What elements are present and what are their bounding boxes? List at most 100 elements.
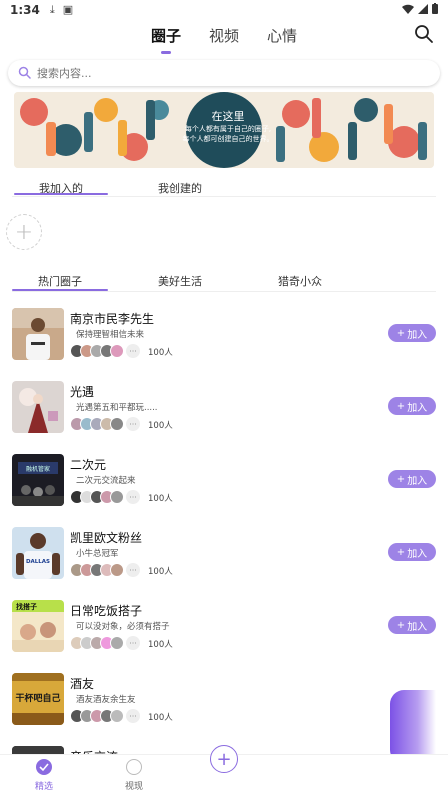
list-item[interactable]: 南京市民李先生 保持理智相信未来 ··· 100人 + 加入 (12, 308, 436, 364)
my-circles-tabs: 我加入的 我创建的 (12, 178, 436, 202)
more-icon: ··· (126, 490, 140, 504)
bottom-nav: 精选 视现 + (0, 745, 448, 796)
tab-created[interactable]: 我创建的 (158, 180, 202, 196)
circle-desc: 二次元交流起来 (76, 476, 136, 486)
more-icon: ··· (126, 709, 140, 723)
circle-thumbnail (12, 381, 64, 433)
member-avatars: ··· (70, 709, 140, 723)
nav-label: 精选 (34, 782, 53, 792)
divider (12, 196, 436, 197)
circle-desc: 光遇第五和平都玩..... (76, 403, 158, 413)
member-count: 100人 (148, 494, 173, 504)
circle-title: 酒友 (70, 677, 95, 691)
floating-action-tab[interactable] (390, 690, 436, 764)
circle-desc: 可以没对象，必须有搭子 (76, 622, 170, 632)
search-icon[interactable] (414, 24, 434, 44)
avatar (110, 709, 124, 723)
circle-title: 日常吃饭搭子 (70, 604, 143, 618)
thumbnail-sign-text: 融机管家 (26, 465, 50, 473)
member-avatars: ··· (70, 490, 140, 504)
avatar (110, 490, 124, 504)
status-time: 1:34 (10, 3, 40, 17)
circle-title: 光遇 (70, 385, 95, 399)
join-button[interactable]: + 加入 (388, 543, 436, 561)
tab-mood[interactable]: 心情 (265, 23, 299, 48)
member-count: 100人 (148, 567, 173, 577)
signal-icon (418, 3, 428, 17)
list-item[interactable]: 融机管家 二次元 二次元交流起来 ··· 100人 + 加入 (12, 454, 436, 510)
more-icon: ··· (126, 636, 140, 650)
plus-icon: + (396, 619, 406, 631)
circle-thumbnail (12, 308, 64, 360)
thumbnail-sign-text: 找搭子 (16, 602, 37, 611)
banner[interactable]: 在这里 每个人都有属于自己的圈子, 每个人都可创建自己的世界。 (14, 92, 434, 168)
add-circle-button[interactable]: + (6, 214, 42, 250)
join-button[interactable]: + 加入 (388, 470, 436, 488)
circle-title: 凯里欧文粉丝 (70, 531, 143, 545)
member-count: 100人 (148, 421, 173, 431)
more-icon: ··· (126, 417, 140, 431)
member-avatars: ··· (70, 636, 140, 650)
plus-icon: + (396, 473, 406, 485)
thumbnail-sign-text: DALLAS (26, 559, 50, 565)
member-count: 100人 (148, 713, 173, 723)
search-field-icon (18, 64, 31, 83)
download-icon: ⤓ (49, 3, 55, 16)
join-button[interactable]: + 加入 (388, 324, 436, 342)
circle-thumbnail: 干杯吧自己 (12, 673, 64, 725)
list-item[interactable]: 光遇 光遇第五和平都玩..... ··· 100人 + 加入 (12, 381, 436, 437)
circle-title: 南京市民李先生 (70, 312, 155, 326)
member-avatars: ··· (70, 563, 140, 577)
plus-icon: + (216, 748, 232, 770)
member-count: 100人 (148, 348, 173, 358)
avatar (110, 636, 124, 650)
create-button[interactable]: + (210, 745, 238, 773)
active-tab-indicator (14, 193, 108, 195)
banner-line2: 每个人都可创建自己的世界。 (182, 135, 274, 143)
banner-line1: 每个人都有属于自己的圈子, (184, 125, 272, 133)
thumbnail-sign-text: 干杯吧自己 (15, 692, 60, 704)
top-tabs: 圈子 视频 心情 (0, 20, 448, 50)
search-input[interactable] (37, 66, 417, 80)
divider (12, 291, 436, 292)
featured-icon (36, 759, 52, 775)
discover-icon (126, 759, 142, 775)
plus-icon: + (396, 327, 406, 339)
member-avatars: ··· (70, 417, 140, 431)
circle-thumbnail: 融机管家 (12, 454, 64, 506)
status-bar: 1:34 ⤓ ▣ (0, 0, 448, 20)
member-avatars: ··· (70, 344, 140, 358)
nav-label: 视现 (124, 782, 143, 792)
circle-desc: 保持理智相信未来 (76, 330, 145, 340)
search-bar[interactable] (8, 60, 440, 86)
join-button[interactable]: + 加入 (388, 397, 436, 415)
circle-title: 二次元 (70, 458, 107, 472)
banner-title: 在这里 (211, 110, 245, 123)
banner-text: 在这里 每个人都有属于自己的圈子, 每个人都可创建自己的世界。 (178, 108, 278, 144)
circle-thumbnail: 找搭子 (12, 600, 64, 652)
wifi-icon (402, 3, 414, 17)
plus-icon: + (14, 219, 34, 245)
list-item[interactable]: 找搭子 日常吃饭搭子 可以没对象，必须有搭子 ··· 100人 + 加入 (12, 600, 436, 656)
circle-thumbnail: DALLAS (12, 527, 64, 579)
plus-icon: + (396, 546, 406, 558)
avatar (110, 417, 124, 431)
tab-hot[interactable]: 热门圈子 (38, 273, 82, 289)
tab-video[interactable]: 视频 (207, 23, 241, 48)
notification-icon: ▣ (62, 3, 74, 16)
circle-desc: 酒友酒友余生友 (76, 695, 136, 705)
list-item[interactable]: 干杯吧自己 酒友 酒友酒友余生友 ··· 100人 (12, 673, 436, 729)
nav-discover[interactable]: 视现 (104, 759, 164, 792)
more-icon: ··· (126, 563, 140, 577)
tab-niche[interactable]: 猎奇小众 (278, 273, 322, 289)
avatar (110, 344, 124, 358)
list-item[interactable]: DALLAS 凯里欧文粉丝 小牛总冠军 ··· 100人 + 加入 (12, 527, 436, 583)
more-icon: ··· (126, 344, 140, 358)
nav-featured[interactable]: 精选 (14, 759, 74, 792)
join-button[interactable]: + 加入 (388, 616, 436, 634)
tab-circle[interactable]: 圈子 (149, 23, 183, 48)
plus-icon: + (396, 400, 406, 412)
tab-good-life[interactable]: 美好生活 (158, 273, 202, 289)
battery-icon (432, 3, 438, 17)
member-count: 100人 (148, 640, 173, 650)
